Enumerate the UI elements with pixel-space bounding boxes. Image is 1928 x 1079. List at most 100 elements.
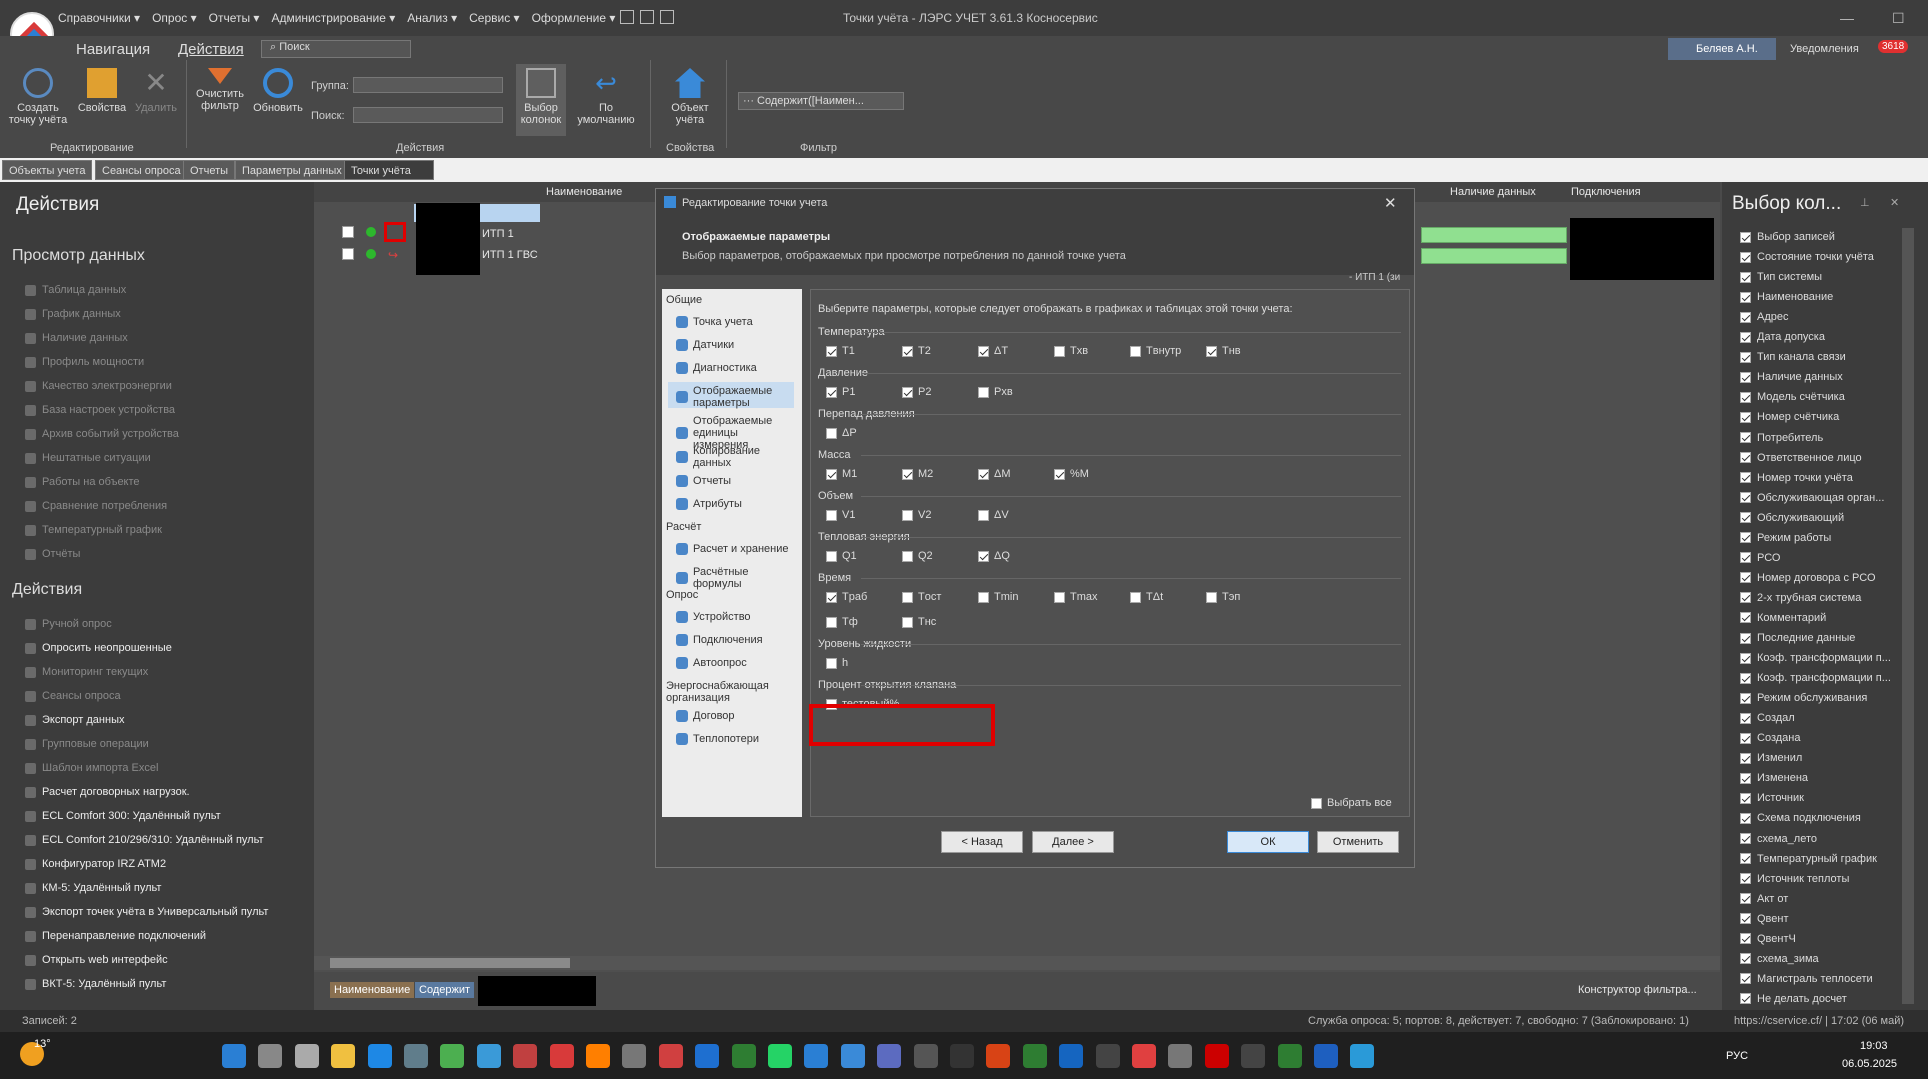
checkbox-box[interactable]: [826, 427, 837, 439]
print-icon[interactable]: [660, 10, 674, 24]
column-checkbox[interactable]: [1740, 311, 1751, 323]
param-checkbox[interactable]: Q2: [902, 550, 933, 562]
column-option[interactable]: Наименование: [1740, 291, 1833, 303]
column-checkbox[interactable]: [1740, 792, 1751, 804]
view-item[interactable]: База настроек устройства: [25, 404, 175, 416]
param-checkbox[interactable]: Pхв: [978, 386, 1013, 398]
column-checkbox[interactable]: [1740, 391, 1751, 403]
action-item[interactable]: Опросить неопрошенные: [25, 642, 172, 654]
row-name[interactable]: ИТП 1: [482, 228, 514, 240]
column-option[interactable]: Последние данные: [1740, 632, 1855, 644]
column-checkbox[interactable]: [1740, 652, 1751, 664]
menu-item[interactable]: Опрос ▾: [152, 11, 197, 25]
column-checkbox[interactable]: [1740, 331, 1751, 343]
select-all-checkbox[interactable]: Выбрать все: [1311, 797, 1392, 809]
tab-objects[interactable]: Объекты учета: [2, 160, 93, 180]
tab-data-params[interactable]: Параметры данных: [235, 160, 349, 180]
filter-constructor-link[interactable]: Конструктор фильтра...: [1578, 984, 1697, 996]
taskbar-app-icon[interactable]: [222, 1044, 246, 1068]
nav-item[interactable]: Датчики: [676, 339, 794, 351]
column-checkbox[interactable]: [1740, 411, 1751, 423]
checkbox-box[interactable]: [978, 509, 989, 521]
taskbar-app-icon[interactable]: [294, 1044, 319, 1068]
section-view-data[interactable]: Просмотр данных: [12, 247, 145, 265]
param-checkbox[interactable]: %M: [1054, 468, 1089, 480]
column-option[interactable]: Адрес: [1740, 311, 1789, 323]
tab-reports[interactable]: Отчеты: [183, 160, 236, 180]
column-checkbox[interactable]: [1740, 873, 1751, 885]
col-conn-header[interactable]: Подключения: [1571, 186, 1641, 198]
tab-navigation[interactable]: Навигация: [76, 41, 150, 58]
param-checkbox[interactable]: P2: [902, 386, 931, 398]
param-checkbox[interactable]: Q1: [826, 550, 857, 562]
row-checkbox[interactable]: [342, 248, 354, 260]
taskbar-app-icon[interactable]: [1277, 1044, 1302, 1068]
nav-item[interactable]: Точка учета: [676, 316, 794, 328]
checkbox-box[interactable]: [1206, 345, 1217, 357]
save-icon[interactable]: [640, 10, 654, 24]
checkbox-box[interactable]: [826, 591, 837, 603]
param-checkbox[interactable]: M2: [902, 468, 933, 480]
close-panel-icon[interactable]: ✕: [1890, 196, 1899, 209]
window-icon[interactable]: [620, 10, 634, 24]
action-item[interactable]: ECL Comfort 300: Удалённый пульт: [25, 810, 221, 822]
filter-tag-op[interactable]: Содержит: [415, 982, 475, 998]
view-item[interactable]: График данных: [25, 308, 121, 320]
action-item[interactable]: Перенаправление подключений: [25, 930, 206, 942]
checkbox-box[interactable]: [826, 468, 837, 480]
checkbox-box[interactable]: [826, 386, 837, 398]
column-checkbox[interactable]: [1740, 492, 1751, 504]
column-option[interactable]: Модель счётчика: [1740, 391, 1845, 403]
column-checkbox[interactable]: [1740, 532, 1751, 544]
column-option[interactable]: Создана: [1740, 732, 1800, 744]
param-checkbox[interactable]: ΔM: [978, 468, 1011, 480]
language-indicator[interactable]: РУС: [1726, 1050, 1748, 1062]
column-option[interactable]: Номер счётчика: [1740, 411, 1839, 423]
back-button[interactable]: < Назад: [941, 831, 1023, 853]
taskbar-app-icon[interactable]: [804, 1044, 829, 1068]
taskbar-app-icon[interactable]: [622, 1044, 647, 1068]
taskbar-app-icon[interactable]: [1132, 1044, 1156, 1068]
column-checkbox[interactable]: [1740, 853, 1751, 865]
taskbar-app-icon[interactable]: [476, 1044, 501, 1068]
column-option[interactable]: схема_лето: [1740, 833, 1817, 845]
nav-item[interactable]: Отчеты: [676, 475, 794, 487]
column-option[interactable]: схема_зима: [1740, 953, 1819, 965]
taskbar-app-icon[interactable]: [1204, 1044, 1229, 1068]
column-option[interactable]: Коэф. трансформации п...: [1740, 672, 1891, 684]
checkbox-box[interactable]: [902, 509, 913, 521]
nav-item[interactable]: Атрибуты: [676, 498, 794, 510]
menu-item[interactable]: Оформление ▾: [532, 11, 616, 25]
filter-tag-name[interactable]: Наименование: [330, 982, 415, 998]
taskbar-app-icon[interactable]: [367, 1044, 392, 1068]
column-option[interactable]: 2-х трубная система: [1740, 592, 1861, 604]
column-checkbox[interactable]: [1740, 712, 1751, 724]
menu-item[interactable]: Администрирование ▾: [271, 11, 395, 25]
view-item[interactable]: Наличие данных: [25, 332, 128, 344]
group-select[interactable]: [353, 77, 503, 93]
column-option[interactable]: Изменена: [1740, 772, 1808, 784]
menu-item[interactable]: Отчеты ▾: [209, 11, 260, 25]
taskbar-app-icon[interactable]: [440, 1044, 465, 1068]
view-item[interactable]: Работы на объекте: [25, 476, 140, 488]
checkbox-box[interactable]: [826, 657, 837, 669]
clock-time[interactable]: 19:03: [1860, 1040, 1888, 1052]
column-checkbox[interactable]: [1740, 752, 1751, 764]
param-checkbox[interactable]: M1: [826, 468, 857, 480]
column-checkbox[interactable]: [1740, 351, 1751, 363]
param-checkbox[interactable]: Tраб: [826, 591, 867, 603]
filter-field[interactable]: ··· Содержит([Наимен...: [738, 92, 904, 110]
param-checkbox[interactable]: ΔV: [978, 509, 1009, 521]
column-option[interactable]: Ответственное лицо: [1740, 452, 1862, 464]
column-option[interactable]: Потребитель: [1740, 432, 1823, 444]
clear-filter-button[interactable]: Очистить фильтр: [188, 68, 252, 112]
param-checkbox[interactable]: Tхв: [1054, 345, 1088, 357]
column-checkbox[interactable]: [1740, 432, 1751, 443]
checkbox-box[interactable]: [902, 386, 913, 398]
view-item[interactable]: Нештатные ситуации: [25, 452, 151, 464]
taskbar-app-icon[interactable]: [549, 1044, 574, 1068]
col-name-header[interactable]: Наименование: [546, 186, 622, 198]
action-item[interactable]: Мониторинг текущих: [25, 666, 148, 678]
column-option[interactable]: Выбор записей: [1740, 231, 1835, 243]
next-button[interactable]: Далее >: [1032, 831, 1114, 853]
